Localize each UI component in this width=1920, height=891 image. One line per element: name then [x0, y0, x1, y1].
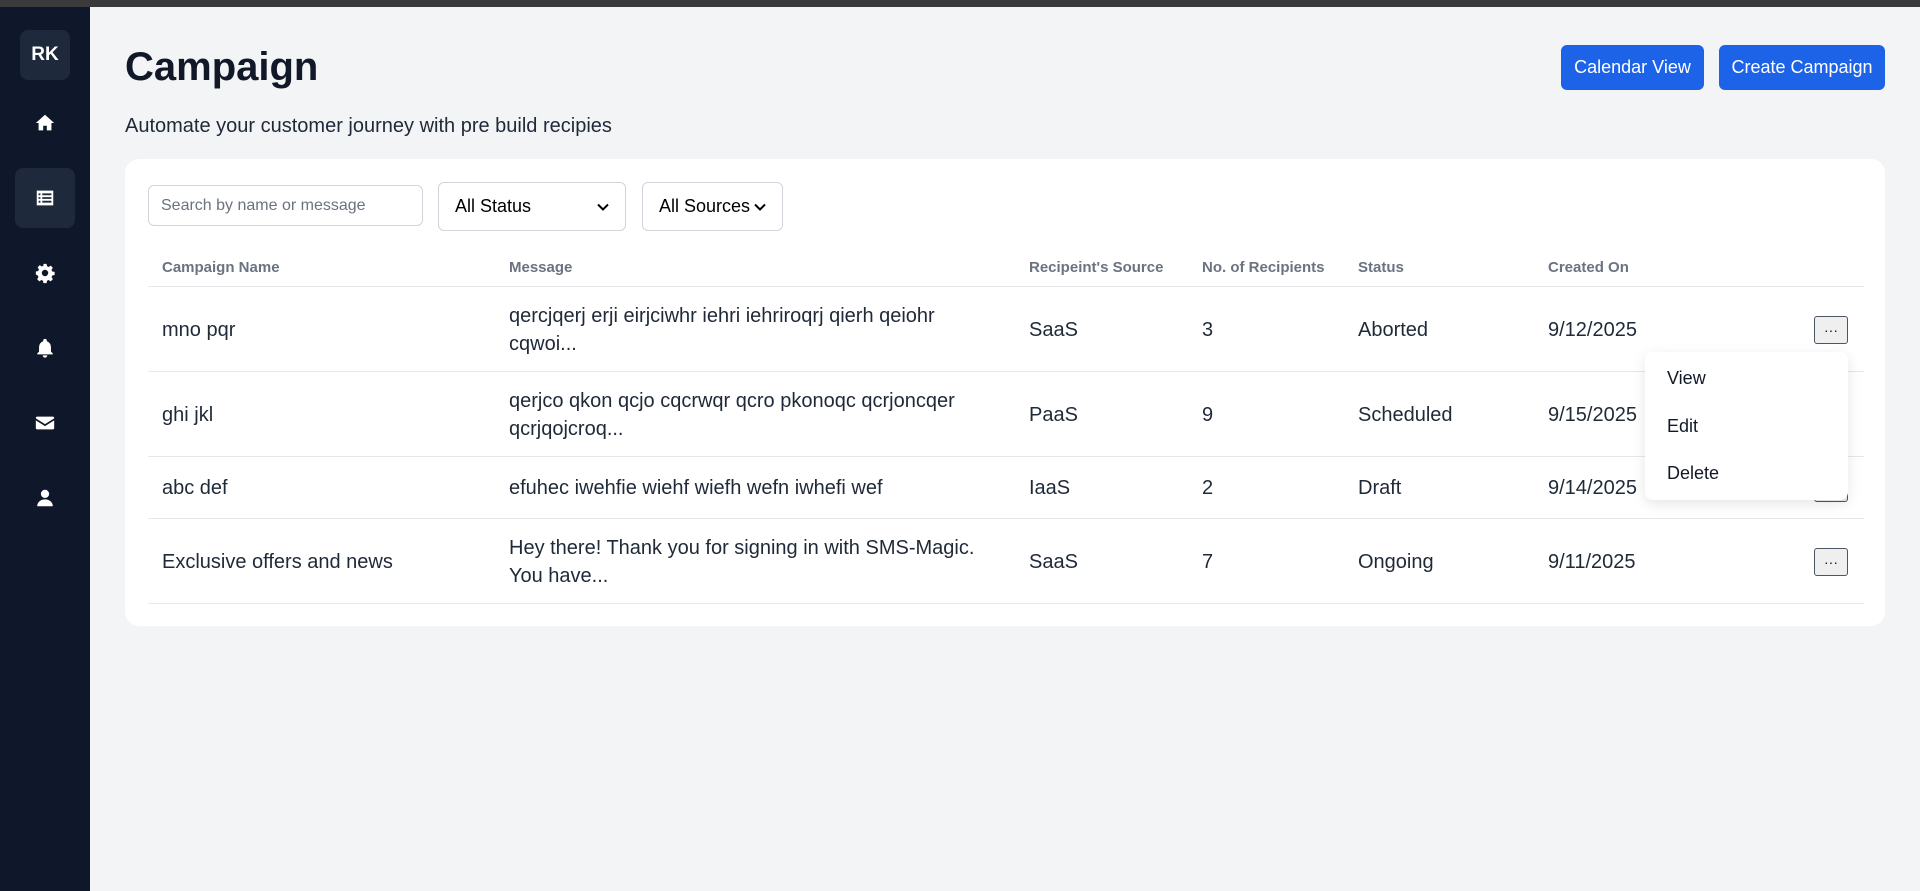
chevron-down-icon [597, 203, 609, 211]
column-header-source[interactable]: Recipeint's Source [1029, 259, 1163, 276]
campaign-name: abc def [162, 477, 228, 499]
column-header-campaign-name[interactable]: Campaign Name [162, 259, 280, 276]
recipients-count: 3 [1202, 319, 1214, 341]
search-input[interactable] [148, 185, 423, 226]
row-actions-button[interactable]: ··· [1814, 548, 1848, 576]
menu-item-view[interactable]: View [1667, 368, 1706, 389]
calendar-view-button[interactable]: Calendar View [1561, 45, 1704, 90]
column-header-status[interactable]: Status [1358, 259, 1404, 276]
status-text: Aborted [1358, 319, 1429, 341]
bell-icon [37, 338, 53, 358]
created-date: 9/12/2025 [1548, 319, 1637, 341]
row-actions-button[interactable]: ··· [1814, 316, 1848, 344]
column-header-created-on[interactable]: Created On [1548, 259, 1629, 276]
sources-filter-select[interactable]: All Sources [642, 182, 783, 231]
message-line: qerjco qkon qcjo cqcrwqr qcro pkonoqc qc… [509, 390, 955, 412]
divider [148, 286, 1864, 287]
row-actions-menu: View Edit Delete [1645, 352, 1848, 500]
source: IaaS [1029, 477, 1071, 499]
created-date: 9/14/2025 [1548, 477, 1637, 499]
message-line: cqwoi... [509, 333, 577, 355]
source: SaaS [1029, 319, 1078, 341]
browser-top-bar [0, 0, 1920, 7]
status-filter-select[interactable]: All Status [438, 182, 626, 231]
home-icon [35, 114, 55, 131]
status-text: Scheduled [1358, 404, 1453, 426]
user-icon [37, 489, 53, 507]
sidebar-item-settings[interactable] [15, 243, 75, 303]
status-text: Ongoing [1358, 551, 1434, 573]
sidebar-item-profile[interactable] [15, 468, 75, 528]
status-filter-value: All Status [455, 196, 532, 216]
list-icon [36, 190, 54, 206]
campaign-name: Exclusive offers and news [162, 551, 393, 573]
column-header-message[interactable]: Message [509, 259, 572, 276]
message-line: You have... [509, 565, 609, 587]
mail-icon [35, 416, 55, 430]
recipients-count: 2 [1202, 477, 1214, 499]
menu-item-delete[interactable]: Delete [1667, 463, 1719, 484]
campaign-name: mno pqr [162, 319, 236, 341]
page-subtitle: Automate your customer journey with pre … [125, 115, 612, 137]
divider [148, 518, 1864, 519]
divider [148, 371, 1864, 372]
divider [148, 603, 1864, 604]
message-line: efuhec iwehfie wiehf wiefh wefn iwhefi w… [509, 477, 883, 499]
recipients-count: 9 [1202, 404, 1214, 426]
created-date: 9/11/2025 [1548, 551, 1636, 573]
campaign-name: ghi jkl [162, 404, 214, 426]
sidebar-item-campaigns[interactable] [15, 168, 75, 228]
gear-icon [35, 263, 55, 284]
message-line: qcrjqojcroq... [509, 418, 624, 440]
divider [148, 456, 1864, 457]
sidebar: RK [0, 7, 90, 891]
sources-filter-value: All Sources [659, 196, 751, 216]
message-line: qercjqerj erji eirjciwhr iehri iehriroqr… [509, 305, 935, 327]
status-text: Draft [1358, 477, 1402, 499]
column-header-recipients[interactable]: No. of Recipients [1202, 259, 1325, 276]
menu-item-edit[interactable]: Edit [1667, 416, 1698, 437]
page-title: Campaign [125, 45, 319, 89]
created-date: 9/15/2025 [1548, 404, 1637, 426]
sidebar-item-messages[interactable] [15, 393, 75, 453]
sidebar-item-notifications[interactable] [15, 318, 75, 378]
source: SaaS [1029, 551, 1078, 573]
source: PaaS [1029, 404, 1078, 426]
avatar[interactable]: RK [20, 30, 70, 80]
create-campaign-button[interactable]: Create Campaign [1719, 45, 1885, 90]
chevron-down-icon [754, 203, 766, 211]
sidebar-item-home[interactable] [15, 93, 75, 153]
message-line: Hey there! Thank you for signing in with… [509, 537, 975, 559]
recipients-count: 7 [1202, 551, 1214, 573]
